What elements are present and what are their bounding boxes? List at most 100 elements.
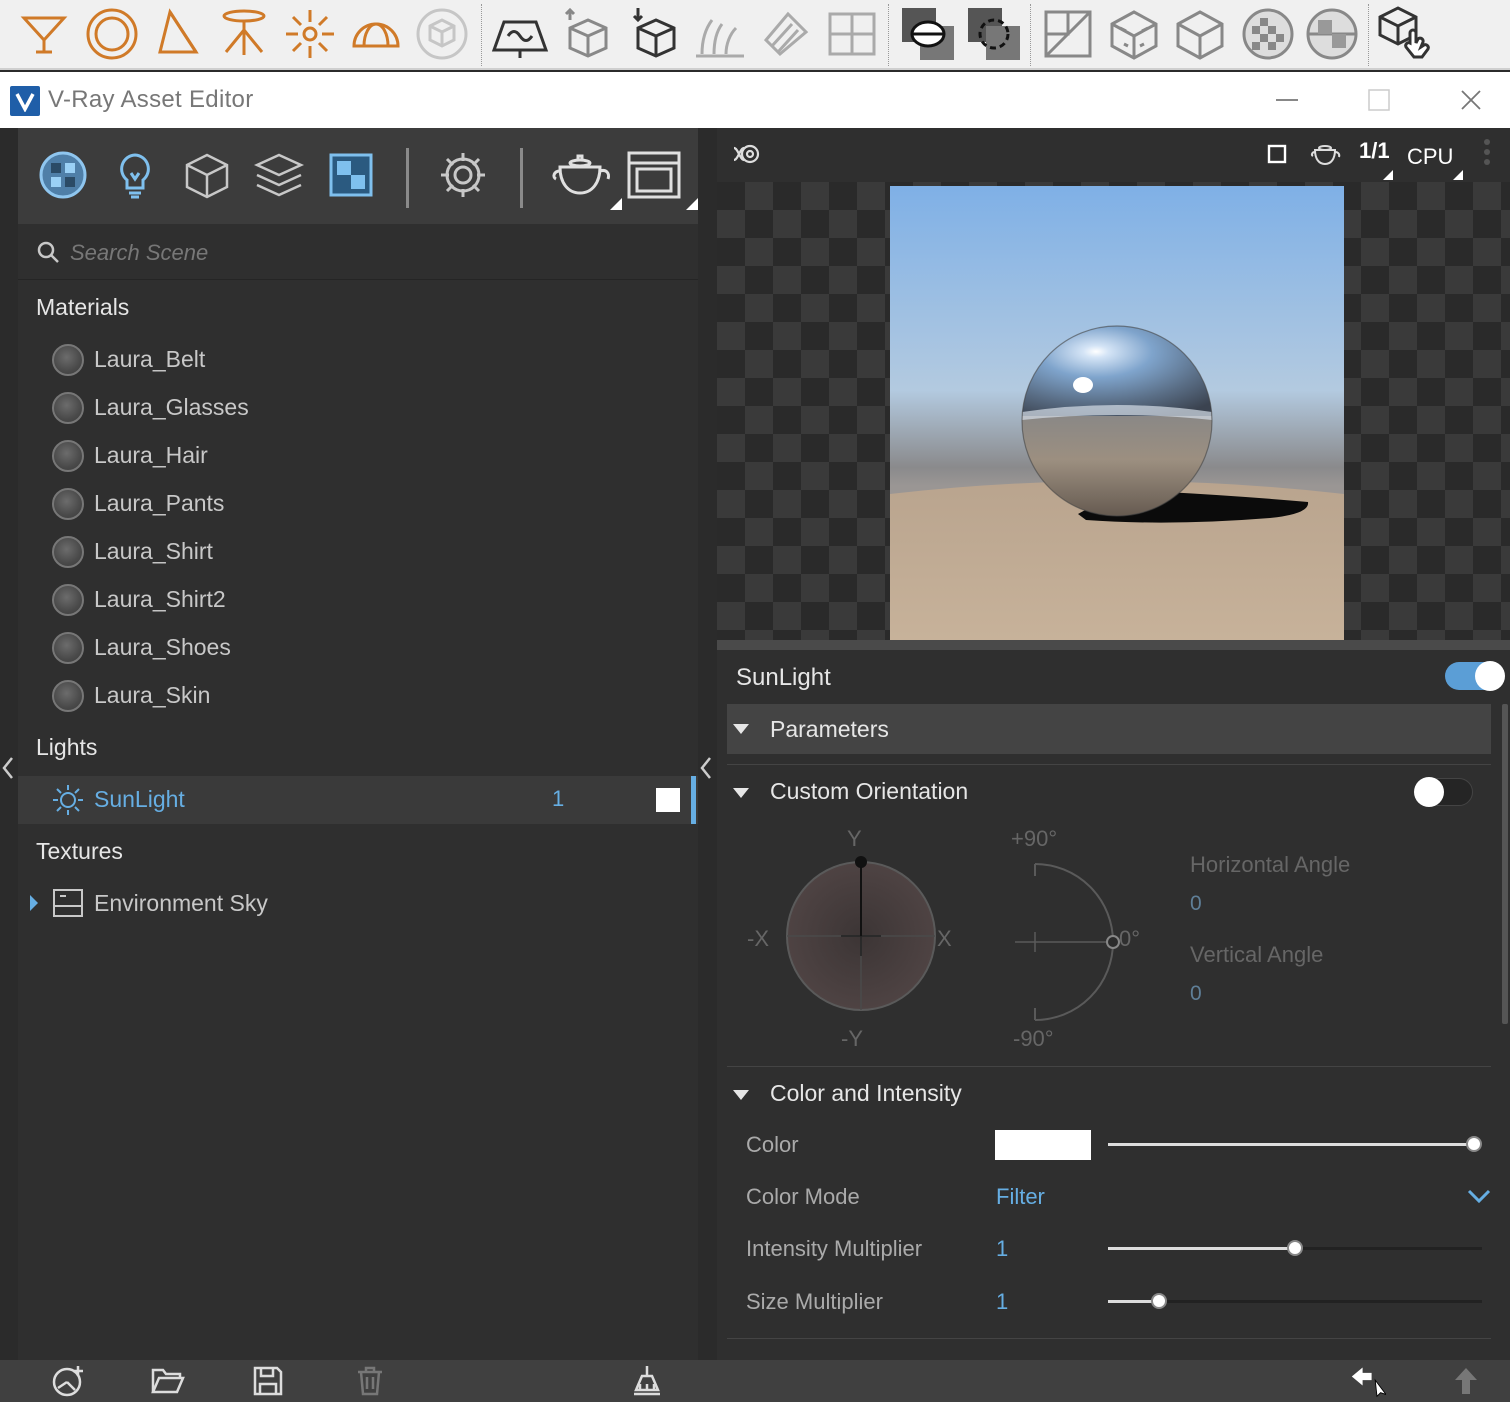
material-preview-icon (52, 584, 84, 616)
add-asset-icon[interactable] (50, 1364, 86, 1398)
intensity-multiplier-value[interactable]: 1 (996, 1236, 1008, 1262)
omni-light-icon[interactable] (14, 4, 74, 64)
light-row-sunlight[interactable]: SunLight 1 (18, 776, 698, 824)
open-file-icon[interactable] (150, 1364, 186, 1398)
click-to-select-icon[interactable] (1374, 4, 1438, 64)
ies-light-icon[interactable] (214, 4, 274, 64)
custom-orientation-toggle[interactable] (1414, 777, 1473, 807)
material-item[interactable]: Laura_Shirt (18, 528, 698, 576)
collapse-left-icon[interactable] (2, 756, 14, 780)
vertical-angle-value[interactable]: 0 (1190, 982, 1202, 1006)
stop-render-icon[interactable] (1267, 144, 1287, 164)
geometry-icon[interactable] (178, 146, 236, 204)
collapse-list-icon[interactable] (700, 756, 712, 780)
slider-knob[interactable] (1151, 1293, 1167, 1309)
title-bar: V-Ray Asset Editor (0, 72, 1510, 128)
settings-icon[interactable] (434, 146, 492, 204)
resolution-label[interactable]: 1/1 (1359, 138, 1390, 164)
material-item[interactable]: Laura_Shirt2 (18, 576, 698, 624)
toolbar-separator (406, 148, 409, 208)
vray-asset-editor-screen: V-Ray Asset Editor Search Scene Material… (0, 0, 1510, 1402)
lights-icon[interactable] (106, 146, 164, 204)
up-arrow-icon[interactable] (1448, 1364, 1484, 1398)
infinite-plane-icon[interactable] (490, 4, 550, 64)
expand-arrow-icon[interactable] (28, 894, 40, 912)
material-preview-icon (52, 488, 84, 520)
maximize-button[interactable] (1356, 80, 1402, 120)
spot-light-icon[interactable] (150, 4, 210, 64)
back-arrow-icon[interactable] (1350, 1364, 1386, 1398)
render-dropdown-icon[interactable] (610, 198, 622, 210)
toolbar-separator (888, 4, 889, 66)
frame-buffer-icon[interactable] (622, 146, 698, 210)
more-options-icon[interactable] (1483, 138, 1491, 168)
sphere-fade-icon[interactable] (1302, 4, 1362, 64)
fur-icon[interactable] (690, 4, 750, 64)
textures-icon[interactable] (322, 146, 380, 204)
category-toolbar (18, 128, 698, 224)
material-preview-icon (52, 344, 84, 376)
delete-icon[interactable] (352, 1364, 388, 1398)
dome-light-icon[interactable] (346, 4, 406, 64)
material-name: Laura_Glasses (94, 394, 249, 420)
preview-splitter[interactable] (717, 640, 1510, 650)
close-button[interactable] (1448, 80, 1494, 120)
material-item[interactable]: Laura_Belt (18, 336, 698, 384)
v-ray-mtl-icon[interactable] (898, 4, 958, 64)
intensity-slider[interactable] (1108, 1240, 1482, 1256)
size-slider[interactable] (1108, 1293, 1482, 1309)
save-icon[interactable] (250, 1364, 286, 1398)
render-icon[interactable] (546, 146, 622, 210)
omni-point-light-icon[interactable] (280, 4, 340, 64)
section-lights-label: Lights (36, 734, 98, 760)
uvw-icon[interactable] (1038, 4, 1098, 64)
purge-icon[interactable] (629, 1364, 665, 1398)
texture-row-environment-sky[interactable]: Environment Sky (18, 880, 698, 928)
engine-label[interactable]: CPU (1407, 144, 1453, 170)
params-scrollbar[interactable] (1502, 704, 1508, 1024)
scene-icon[interactable] (822, 4, 882, 64)
preview-teapot-icon[interactable] (1309, 140, 1341, 168)
frame-buffer-dropdown-icon[interactable] (686, 198, 698, 210)
slider-knob[interactable] (1287, 1240, 1303, 1256)
material-name: Laura_Hair (94, 442, 208, 468)
slider-knob[interactable] (1466, 1136, 1482, 1152)
asset-detail-panel: 1/1 CPU SunLight Parameters Custom Orien… (717, 128, 1510, 1360)
parameters-header[interactable]: Parameters (727, 704, 1491, 754)
material-item[interactable]: Laura_Pants (18, 480, 698, 528)
render-elements-icon[interactable] (250, 146, 308, 204)
uvw-random-icon[interactable] (1104, 4, 1164, 64)
material-name: Laura_Belt (94, 346, 206, 372)
export-proxy-icon[interactable] (558, 4, 618, 64)
size-multiplier-value[interactable]: 1 (996, 1289, 1008, 1315)
mesh-clipper-icon[interactable] (756, 4, 816, 64)
collapse-triangle-icon[interactable] (733, 1090, 749, 1100)
material-item[interactable]: Laura_Hair (18, 432, 698, 480)
material-item[interactable]: Laura_Shoes (18, 624, 698, 672)
tex-to-scene-icon[interactable] (964, 4, 1024, 64)
material-item[interactable]: Laura_Glasses (18, 384, 698, 432)
tri-planar-icon[interactable] (1170, 4, 1230, 64)
checker-icon[interactable] (1238, 4, 1298, 64)
light-enable-toggle[interactable] (1445, 661, 1505, 691)
sphere-light-icon[interactable] (82, 4, 142, 64)
color-slider[interactable] (1108, 1136, 1482, 1152)
horizontal-angle-value[interactable]: 0 (1190, 892, 1202, 916)
material-name: Laura_Pants (94, 490, 225, 516)
import-proxy-icon[interactable] (626, 4, 686, 64)
color-mode-value[interactable]: Filter (996, 1184, 1045, 1210)
light-color-swatch[interactable] (656, 788, 680, 812)
material-name: Laura_Shirt2 (94, 586, 226, 612)
collapse-triangle-icon[interactable] (733, 788, 749, 798)
resolution-dropdown-icon[interactable] (1383, 170, 1393, 180)
toggle-knob (1475, 661, 1505, 691)
material-item[interactable]: Laura_Skin (18, 672, 698, 720)
chevron-down-icon[interactable] (1467, 1188, 1491, 1204)
minimize-button[interactable] (1264, 80, 1310, 120)
engine-dropdown-icon[interactable] (1453, 170, 1463, 180)
mesh-light-icon[interactable] (412, 4, 472, 64)
search-input[interactable] (70, 236, 670, 270)
materials-icon[interactable] (34, 146, 92, 204)
color-swatch[interactable] (995, 1130, 1091, 1160)
material-preview-mode-icon[interactable] (731, 140, 761, 168)
